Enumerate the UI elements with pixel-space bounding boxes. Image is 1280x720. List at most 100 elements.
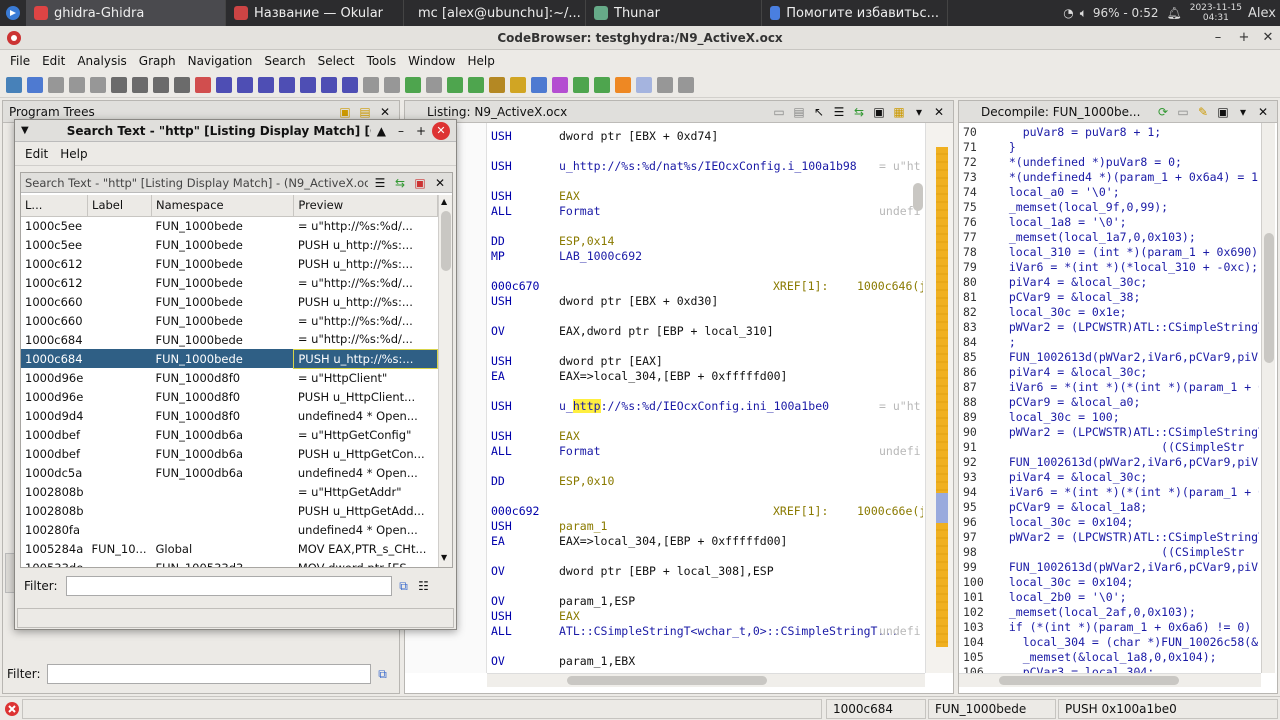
- decompile-line[interactable]: 99 FUN_1002613d(pWVar2,iVar6,pCVar9,piVa…: [959, 560, 1259, 575]
- decompile-line[interactable]: 76 local_1a8 = '\0';: [959, 215, 1259, 230]
- toolbar-label-u-icon[interactable]: [258, 76, 274, 93]
- listing-line[interactable]: USH u_http://%s:%d/nat%s/IEOcxConfig.i_10…: [491, 159, 923, 174]
- decompile-copy-icon[interactable]: ▭: [1175, 104, 1191, 120]
- table-row[interactable]: 1000d96e FUN_1000d8f0 = u"HttpClient": [21, 368, 438, 387]
- listing-line[interactable]: ALL ATL::CSimpleStringT<wchar_t,0>::CSimp…: [491, 624, 923, 639]
- decompile-line[interactable]: 102 _memset(local_2af,0,0x103);: [959, 605, 1259, 620]
- decompile-line[interactable]: 82 local_30c = 0x1e;: [959, 305, 1259, 320]
- listing-menu-icon[interactable]: ▾: [911, 104, 927, 120]
- toolbar-label-f-icon[interactable]: [300, 76, 316, 93]
- column-header[interactable]: L...: [21, 195, 89, 217]
- table-row[interactable]: 1000c5ee FUN_1000bede = u"http://%s:%d/...: [21, 216, 438, 235]
- decompile-line[interactable]: 97 pWVar2 = (LPCWSTR)ATL::CSimpleStringT…: [959, 530, 1259, 545]
- decompile-line[interactable]: 70 puVar8 = puVar8 + 1;: [959, 125, 1259, 140]
- decompile-line[interactable]: 104 local_304 = (char *)FUN_10026c58(&lo…: [959, 635, 1259, 650]
- dialog-menu-edit[interactable]: Edit: [19, 147, 54, 161]
- listing-copy-icon[interactable]: ▭: [771, 104, 787, 120]
- toolbar-settings-icon[interactable]: [678, 76, 694, 93]
- decompile-line[interactable]: 91 ((CSimpleStr: [959, 440, 1259, 455]
- dialog-minimize-button[interactable]: –: [398, 124, 404, 138]
- toolbar-table-icon[interactable]: [636, 76, 652, 93]
- toolbar-down-icon[interactable]: [174, 76, 190, 93]
- toolbar-label-l-icon[interactable]: [279, 76, 295, 93]
- listing-line[interactable]: USH param_1: [491, 519, 923, 534]
- task-item[interactable]: mc [alex@ubunchu]:~/...: [404, 0, 586, 26]
- column-header[interactable]: Namespace: [151, 195, 295, 217]
- toolbar-run-icon[interactable]: [573, 76, 589, 93]
- toolbar-nav-2-icon[interactable]: [90, 76, 106, 93]
- table-row[interactable]: 1000c612 FUN_1000bede PUSH u_http://%s:...: [21, 254, 438, 273]
- menu-navigation[interactable]: Navigation: [182, 54, 259, 68]
- toolbar-nav-3-icon[interactable]: [111, 76, 127, 93]
- menu-file[interactable]: File: [4, 54, 36, 68]
- status-error-icon[interactable]: [4, 701, 20, 717]
- results-menu-icon[interactable]: ☰: [372, 175, 388, 191]
- toolbar-refresh-icon[interactable]: [468, 76, 484, 93]
- listing-line[interactable]: OV EAX,dword ptr [EBP + local_310]: [491, 324, 923, 339]
- decompile-line[interactable]: 89 local_30c = 100;: [959, 410, 1259, 425]
- toolbar-function-icon[interactable]: [552, 76, 568, 93]
- decompile-line[interactable]: 106 pCVar3 = local_304;: [959, 665, 1259, 673]
- toolbar-window-icon[interactable]: [657, 76, 673, 93]
- table-row[interactable]: 1000c5ee FUN_1000bede PUSH u_http://%s:...: [21, 235, 438, 254]
- dialog-titlebar[interactable]: ▼ Search Text - "http" [Listing Display …: [15, 120, 456, 142]
- menu-select[interactable]: Select: [312, 54, 361, 68]
- decompile-code[interactable]: 70 puVar8 = puVar8 + 1; 71 } 72 *(undefine…: [959, 125, 1259, 673]
- toolbar-redo-icon[interactable]: [426, 76, 442, 93]
- results-snapshot-icon[interactable]: ▣: [412, 175, 428, 191]
- decompile-line[interactable]: 94 iVar6 = *(int *)(*(int *)(param_1 + 0…: [959, 485, 1259, 500]
- results-filter-input[interactable]: [65, 576, 392, 596]
- menu-tools[interactable]: Tools: [361, 54, 403, 68]
- listing-paste-icon[interactable]: ▤: [791, 104, 807, 120]
- table-row[interactable]: 1000c684 FUN_1000bede = u"http://%s:%d/...: [21, 330, 438, 349]
- task-item[interactable]: Название — Okular: [226, 0, 404, 26]
- table-row[interactable]: 1000c660 FUN_1000bede = u"http://%s:%d/...: [21, 311, 438, 330]
- table-row[interactable]: 1000d9d4 FUN_1000d8f0 undefined4 * Open...: [21, 406, 438, 425]
- menu-analysis[interactable]: Analysis: [71, 54, 132, 68]
- decompile-line[interactable]: 92 FUN_1002613d(pWVar2,iVar6,pCVar9,piVa…: [959, 455, 1259, 470]
- task-item[interactable]: ghidra-Ghidra: [26, 0, 226, 26]
- listing-code[interactable]: USH dword ptr [EBX + 0xd74] USH u_http://%s…: [491, 129, 923, 673]
- listing-line[interactable]: DD ESP,0x14: [491, 234, 923, 249]
- decompile-edit-icon[interactable]: ✎: [1195, 104, 1211, 120]
- decompile-line[interactable]: 74 local_a0 = '\0';: [959, 185, 1259, 200]
- close-window-button[interactable]: ✕: [1256, 26, 1280, 50]
- listing-overview-bar[interactable]: [925, 123, 953, 673]
- decompile-line[interactable]: 79 iVar6 = *(int *)(*local_310 + -0xc);: [959, 260, 1259, 275]
- listing-line[interactable]: USH dword ptr [EBX + 0xd74]: [491, 129, 923, 144]
- network-icon[interactable]: ◔: [1063, 6, 1073, 20]
- user-name[interactable]: Alex: [1248, 6, 1276, 21]
- decompile-line[interactable]: 71 }: [959, 140, 1259, 155]
- toolbar-forward-icon[interactable]: [48, 76, 64, 93]
- listing-line[interactable]: EA EAX=>local_304,[EBP + 0xfffffd00]: [491, 534, 923, 549]
- toolbar-play-icon[interactable]: [594, 76, 610, 93]
- notification-icon[interactable]: 🔔︎: [1166, 6, 1181, 20]
- decompile-line[interactable]: 101 local_2b0 = '\0';: [959, 590, 1259, 605]
- decompile-line[interactable]: 77 _memset(local_1a7,0,0x103);: [959, 230, 1259, 245]
- table-row[interactable]: 1002808b PUSH u_HttpGetAdd...: [21, 501, 438, 520]
- decompile-line[interactable]: 88 pCVar9 = &local_a0;: [959, 395, 1259, 410]
- results-go-icon[interactable]: ⇆: [392, 175, 408, 191]
- toolbar-label-i-icon[interactable]: [216, 76, 232, 93]
- decompile-line[interactable]: 96 local_30c = 0x104;: [959, 515, 1259, 530]
- decompile-line[interactable]: 85 FUN_1002613d(pWVar2,iVar6,pCVar9,piVa…: [959, 350, 1259, 365]
- toolbar-check-icon[interactable]: [447, 76, 463, 93]
- results-filter-settings-icon[interactable]: ☷: [416, 578, 432, 594]
- decompile-line[interactable]: 86 piVar4 = &local_30c;: [959, 365, 1259, 380]
- decompile-line[interactable]: 87 iVar6 = *(int *)(*(int *)(param_1 + 0…: [959, 380, 1259, 395]
- listing-line[interactable]: USH dword ptr [EAX]: [491, 354, 923, 369]
- toolbar-undo-icon[interactable]: [405, 76, 421, 93]
- toolbar-save-icon[interactable]: [6, 76, 22, 93]
- toolbar-tool-1-icon[interactable]: [363, 76, 379, 93]
- maximize-button[interactable]: +: [1232, 26, 1256, 50]
- table-row[interactable]: 1005284a FUN_10... Global MOV EAX,PTR_s_CHt…: [21, 539, 438, 558]
- decompile-line[interactable]: 80 piVar4 = &local_30c;: [959, 275, 1259, 290]
- menu-help[interactable]: Help: [462, 54, 501, 68]
- toolbar-tool-2-icon[interactable]: [384, 76, 400, 93]
- table-row[interactable]: 1000c684 FUN_1000bede PUSH u_http://%s:...: [21, 348, 438, 369]
- listing-line[interactable]: USH dword ptr [EBX + 0xd30]: [491, 294, 923, 309]
- tree-open-icon[interactable]: ▤: [357, 104, 373, 120]
- volume-icon[interactable]: 🔈︎: [1080, 6, 1087, 21]
- decompile-line[interactable]: 75 _memset(local_9f,0,99);: [959, 200, 1259, 215]
- decompile-line[interactable]: 73 *(undefined4 *)(param_1 + 0x6a4) = 1;: [959, 170, 1259, 185]
